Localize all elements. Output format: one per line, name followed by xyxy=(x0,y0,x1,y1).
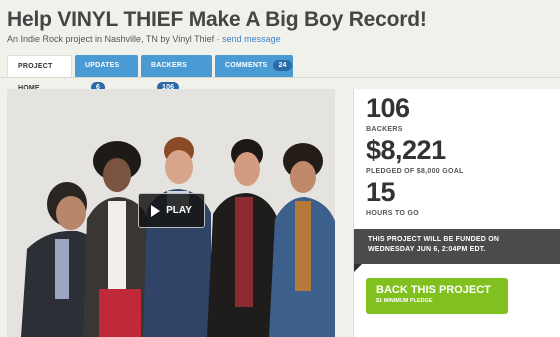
funding-notice: THIS PROJECT WILL BE FUNDED ON WEDNESDAY… xyxy=(354,229,560,264)
funding-notice-line2: WEDNESDAY JUN 6, 2:04PM EDT. xyxy=(368,246,486,253)
tab-project-home[interactable]: PROJECT HOME xyxy=(7,55,72,92)
play-button[interactable]: PLAY xyxy=(138,193,205,228)
tab-updates[interactable]: UPDATES6 xyxy=(75,55,138,93)
project-subtitle: An Indie Rock project in Nashville, TN b… xyxy=(7,34,281,44)
backers-label: BACKERS xyxy=(366,126,403,133)
notice-notch xyxy=(354,264,362,272)
tab-label: COMMENTS xyxy=(225,62,268,69)
hours-label: HOURS TO GO xyxy=(366,210,419,217)
play-label: PLAY xyxy=(166,205,192,216)
hours-count: 15 xyxy=(366,177,396,207)
play-icon xyxy=(151,204,161,217)
page-title: Help VINYL THIEF Make A Big Boy Record! xyxy=(7,8,427,31)
backers-count: 106 xyxy=(366,93,410,123)
pledged-amount: $8,221 xyxy=(366,135,446,165)
project-header: Help VINYL THIEF Make A Big Boy Record! … xyxy=(0,0,560,57)
send-message-link[interactable]: send message xyxy=(222,34,281,44)
project-video[interactable]: PLAY xyxy=(7,89,335,337)
project-tabs: PROJECT HOME UPDATES6 BACKERS106 COMMENT… xyxy=(0,55,560,93)
tab-backers[interactable]: BACKERS106 xyxy=(141,55,212,93)
back-button-sublabel: $1 MINIMUM PLEDGE xyxy=(376,298,433,304)
subtitle-text: An Indie Rock project in Nashville, TN b… xyxy=(7,34,223,44)
tab-comments[interactable]: COMMENTS 24 xyxy=(215,55,293,77)
tab-label: UPDATES xyxy=(85,62,120,69)
back-project-button[interactable]: BACK THIS PROJECT $1 MINIMUM PLEDGE xyxy=(366,278,508,314)
funding-notice-line1: THIS PROJECT WILL BE FUNDED ON xyxy=(368,236,500,243)
tab-divider xyxy=(0,77,560,78)
pledged-label: PLEDGED OF $8,000 GOAL xyxy=(366,168,464,175)
count-badge: 24 xyxy=(273,60,292,71)
tab-label: BACKERS xyxy=(151,62,188,69)
back-button-label: BACK THIS PROJECT xyxy=(376,284,491,296)
project-stats: 106 BACKERS $8,221 PLEDGED OF $8,000 GOA… xyxy=(353,89,560,337)
